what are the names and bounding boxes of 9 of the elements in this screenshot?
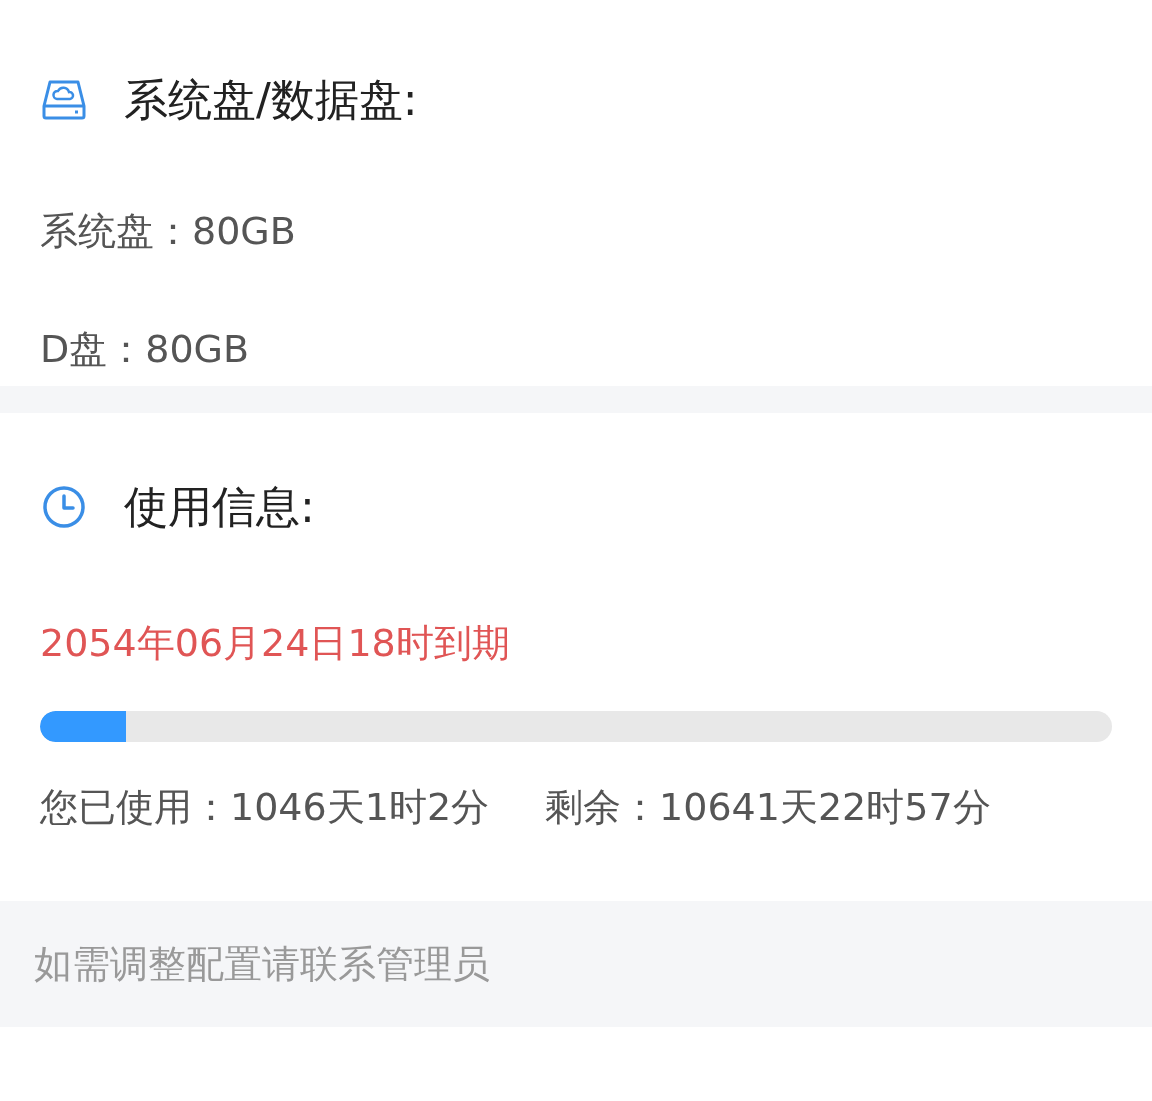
disk-info: D盘：80GB xyxy=(40,326,251,373)
footer-note: 如需调整配置请联系管理员 xyxy=(34,942,490,986)
disk-info: 系统盘：80GB xyxy=(40,208,297,255)
section-title: 使用信息: xyxy=(124,479,315,534)
clock-icon xyxy=(40,483,88,531)
section-title: 系统盘/数据盘: xyxy=(124,72,418,127)
expiry-date: 2054年06月24日18时到期 xyxy=(40,620,511,667)
remaining-time: 剩余：10641天22时57分 xyxy=(545,784,991,831)
used-time: 您已使用：1046天1时2分 xyxy=(40,784,490,831)
